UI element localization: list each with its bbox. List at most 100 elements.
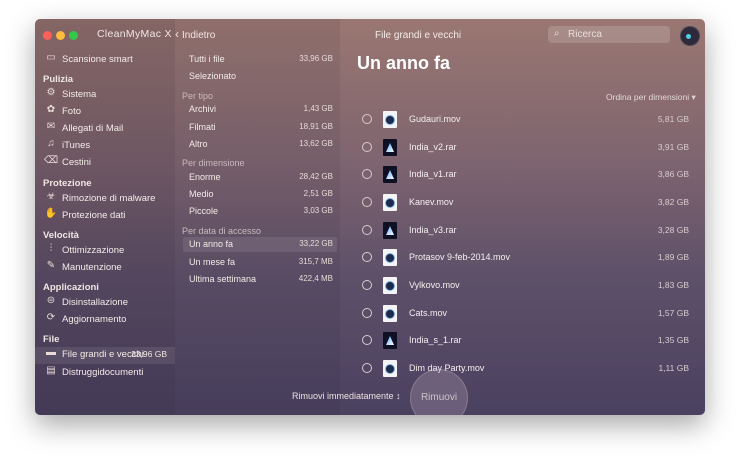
filter-size: 3,03 GB <box>303 206 333 215</box>
update-icon: ⟳ <box>46 312 56 323</box>
filter-archives[interactable]: Archivi 1,43 GB <box>183 102 337 117</box>
filter-medium[interactable]: Medio 2,51 GB <box>183 187 337 202</box>
file-row[interactable]: Protasov 9-feb-2014.mov 1,89 GB <box>357 245 697 272</box>
sidebar-item-updater[interactable]: ⟳ Aggiornamento <box>35 312 175 329</box>
file-row[interactable]: Dim day Party.mov 1,11 GB <box>357 356 697 383</box>
filter-label: Tutti i file <box>189 54 225 64</box>
gear-icon: ⚙ <box>46 87 56 98</box>
file-row[interactable]: India_v3.rar 3,28 GB <box>357 218 697 245</box>
sidebar-item-privacy[interactable]: ✋ Protezione dati <box>35 208 175 225</box>
sidebar-item-label: iTunes <box>62 140 91 151</box>
filter-label: Un mese fa <box>189 257 236 267</box>
filter-one-month-ago[interactable]: Un mese fa 315,7 MB <box>183 255 337 270</box>
file-size: 1,57 GB <box>657 308 689 318</box>
file-checkbox[interactable] <box>362 142 372 152</box>
sidebar-item-malware-removal[interactable]: ☣ Rimozione di malware <box>35 191 175 208</box>
zoom-window-button[interactable] <box>69 31 78 40</box>
file-name: India_s_1.rar <box>409 335 462 345</box>
file-row[interactable]: Kanev.mov 3,82 GB <box>357 190 697 217</box>
sort-dropdown[interactable]: Ordina per dimensioni ▾ <box>606 92 696 103</box>
sidebar-item-label: Ottimizzazione <box>62 245 125 256</box>
sidebar-item-optimization[interactable]: ⫶ Ottimizzazione <box>35 243 175 260</box>
archive-file-icon <box>383 222 397 239</box>
file-row[interactable]: India_v1.rar 3,86 GB <box>357 162 697 189</box>
biohazard-icon: ☣ <box>46 191 56 202</box>
filter-other[interactable]: Altro 13,62 GB <box>183 137 337 152</box>
uninstall-icon: ⊜ <box>46 295 56 306</box>
file-checkbox[interactable] <box>362 225 372 235</box>
shredder-icon: ▤ <box>46 365 56 376</box>
sidebar-item-maintenance[interactable]: ✎ Manutenzione <box>35 260 175 277</box>
movie-file-icon <box>383 277 397 294</box>
file-size: 5,81 GB <box>657 114 689 124</box>
file-checkbox[interactable] <box>362 252 372 262</box>
sidebar-item-label: Sistema <box>62 89 97 100</box>
filter-all-files[interactable]: Tutti i file 33,96 GB <box>183 52 337 67</box>
file-size: 1,89 GB <box>657 252 689 262</box>
assistant-avatar-button[interactable] <box>680 26 700 46</box>
file-row[interactable]: Cats.mov 1,57 GB <box>357 301 697 328</box>
filter-size: 2,51 GB <box>303 189 333 198</box>
filter-small[interactable]: Piccole 3,03 GB <box>183 204 337 219</box>
folder-icon: ▬ <box>46 347 56 358</box>
sidebar-section-files: File <box>43 334 60 345</box>
close-window-button[interactable] <box>43 31 52 40</box>
file-size: 1,11 GB <box>658 363 689 373</box>
file-checkbox[interactable] <box>362 114 372 124</box>
file-name: Gudauri.mov <box>409 114 461 124</box>
back-button[interactable]: ‹ Indietro <box>175 27 215 41</box>
sidebar-item-trash-bins[interactable]: ⌫ Cestini <box>35 155 175 172</box>
sidebar-item-photos[interactable]: ✿ Foto <box>35 104 175 121</box>
file-checkbox[interactable] <box>362 280 372 290</box>
filter-size: 28,42 GB <box>299 172 333 181</box>
sidebar-item-smart-scan[interactable]: ▭ Scansione smart <box>35 52 175 69</box>
sidebar-item-label: Manutenzione <box>62 262 122 273</box>
file-checkbox[interactable] <box>362 363 372 373</box>
archive-file-icon <box>383 166 397 183</box>
movie-file-icon <box>383 305 397 322</box>
file-row[interactable]: Vylkovo.mov 1,83 GB <box>357 273 697 300</box>
filter-label: Piccole <box>189 206 219 216</box>
file-row[interactable]: India_v2.rar 3,91 GB <box>357 135 697 162</box>
filter-size: 13,62 GB <box>299 139 333 148</box>
file-checkbox[interactable] <box>362 335 372 345</box>
sidebar-item-system[interactable]: ⚙ Sistema <box>35 87 175 104</box>
group-header-access-date: Per data di accesso <box>182 226 262 236</box>
file-checkbox[interactable] <box>362 169 372 179</box>
sidebar-item-large-old-files[interactable]: ▬ File grandi e vecchi 33,96 GB <box>35 347 175 364</box>
file-checkbox[interactable] <box>362 308 372 318</box>
sliders-icon: ⫶ <box>49 243 53 254</box>
mail-icon: ✉ <box>46 121 56 132</box>
filter-last-week[interactable]: Ultima settimana 422,4 MB <box>183 272 337 287</box>
filter-huge[interactable]: Enorme 28,42 GB <box>183 170 337 185</box>
filter-movies[interactable]: Filmati 18,91 GB <box>183 120 337 135</box>
filter-label: Enorme <box>189 172 221 182</box>
remove-mode-dropdown[interactable]: Rimuovi immediatamente ↕ <box>292 391 401 401</box>
page-title: Un anno fa <box>357 53 450 73</box>
filter-one-year-ago[interactable]: Un anno fa 33,22 GB <box>183 237 337 252</box>
file-row[interactable]: India_s_1.rar 1,35 GB <box>357 328 697 355</box>
filter-size: 422,4 MB <box>298 274 333 283</box>
filter-selected[interactable]: Selezionato <box>183 69 337 84</box>
file-checkbox[interactable] <box>362 197 372 207</box>
search-field[interactable]: ⌕ Ricerca <box>548 26 670 43</box>
filter-label: Archivi <box>189 104 217 114</box>
filter-size: 315,7 MB <box>298 257 333 266</box>
sidebar-item-uninstaller[interactable]: ⊜ Disinstallazione <box>35 295 175 312</box>
file-name: Protasov 9-feb-2014.mov <box>409 252 511 262</box>
window-title: File grandi e vecchi <box>375 30 462 41</box>
sidebar-item-itunes[interactable]: ♫ iTunes <box>35 138 175 155</box>
filter-size: 18,91 GB <box>299 122 333 131</box>
sidebar-item-mail-attachments[interactable]: ✉ Allegati di Mail <box>35 121 175 138</box>
sidebar-item-shredder[interactable]: ▤ Distruggidocumenti <box>35 365 175 382</box>
group-header-type: Per tipo <box>182 91 214 101</box>
search-icon: ⌕ <box>554 28 560 39</box>
filter-size: 33,22 GB <box>299 239 333 248</box>
file-size: 3,82 GB <box>657 197 689 207</box>
sidebar-item-label: Rimozione di malware <box>62 193 156 204</box>
sidebar-item-label: Disinstallazione <box>62 297 129 308</box>
file-row[interactable]: Gudauri.mov 5,81 GB <box>357 107 697 134</box>
file-size: 1,35 GB <box>657 335 689 345</box>
file-name: Kanev.mov <box>409 197 454 207</box>
minimize-window-button[interactable] <box>56 31 65 40</box>
